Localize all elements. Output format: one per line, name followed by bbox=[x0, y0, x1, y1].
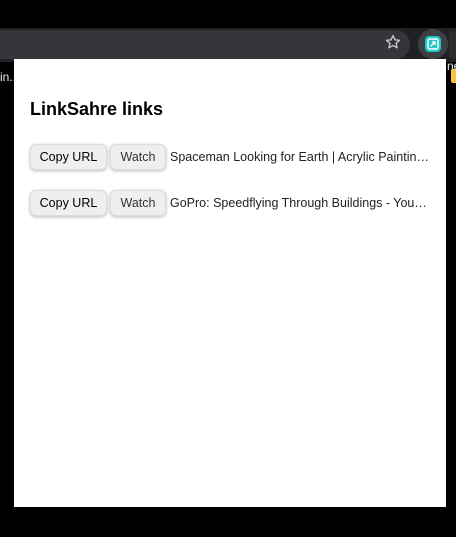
link-row: Copy URL Watch GoPro: Speedflying Throug… bbox=[30, 190, 434, 216]
background-page-text: ne bbox=[447, 59, 456, 73]
linksahre-extension-icon bbox=[425, 36, 441, 52]
extension-popup: LinkSahre links Copy URL Watch Spaceman … bbox=[14, 59, 446, 507]
tab-strip bbox=[0, 0, 456, 28]
watch-button[interactable]: Watch bbox=[110, 190, 166, 216]
extension-button[interactable] bbox=[418, 29, 448, 59]
popup-title: LinkSahre links bbox=[30, 99, 164, 119]
browser-window: in.. ne LinkSahre links Copy URL Watch S… bbox=[0, 0, 456, 537]
star-icon[interactable] bbox=[384, 33, 402, 51]
watch-button[interactable]: Watch bbox=[110, 144, 166, 170]
link-title: GoPro: Speedflying Through Buildings - Y… bbox=[170, 196, 432, 210]
copy-url-button[interactable]: Copy URL bbox=[30, 190, 107, 216]
profile-button[interactable] bbox=[449, 31, 456, 59]
address-bar[interactable] bbox=[0, 30, 410, 59]
link-title: Spaceman Looking for Earth | Acrylic Pai… bbox=[170, 150, 432, 164]
browser-toolbar bbox=[0, 28, 456, 62]
copy-url-button[interactable]: Copy URL bbox=[30, 144, 107, 170]
link-row: Copy URL Watch Spaceman Looking for Eart… bbox=[30, 144, 434, 170]
